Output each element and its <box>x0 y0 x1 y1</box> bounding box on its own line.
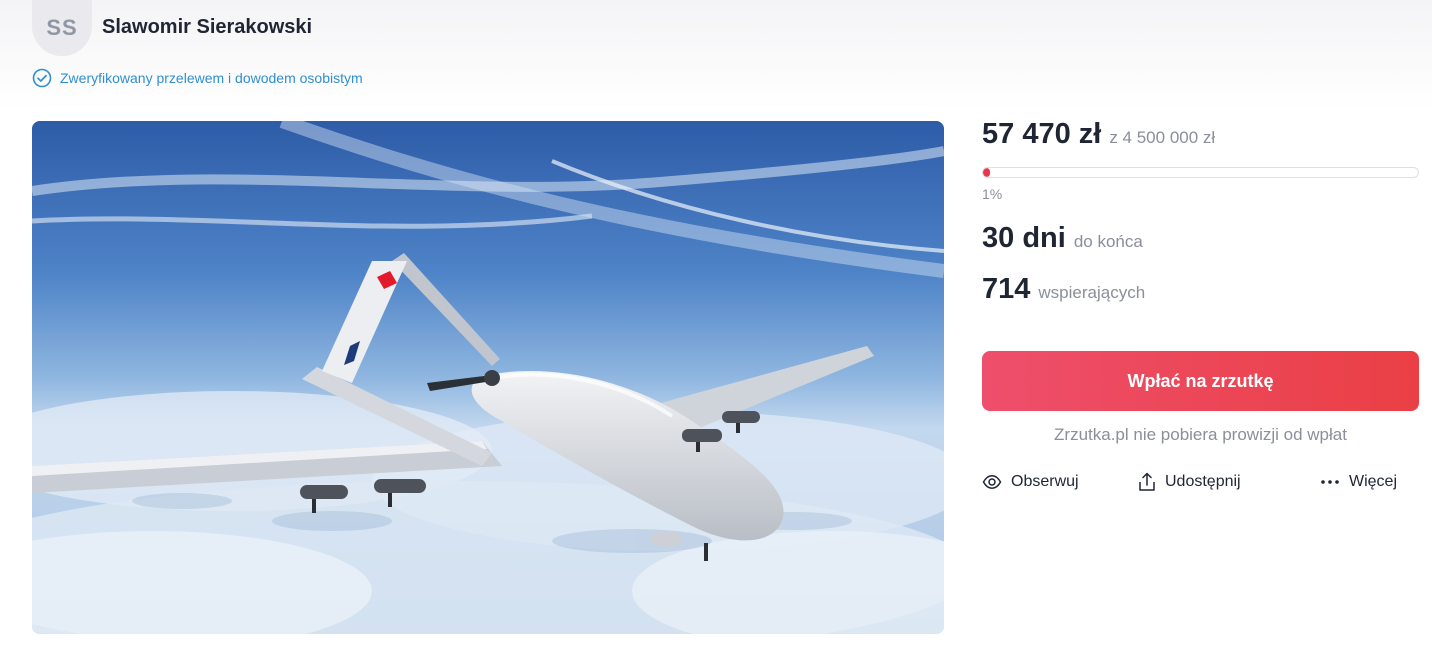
progress-bar <box>982 167 1419 178</box>
share-button[interactable]: Udostępnij <box>1138 472 1241 492</box>
watch-label: Obserwuj <box>1011 473 1079 490</box>
fundraiser-stats: 57 470 zł z 4 500 000 zł 1% 30 dni do ko… <box>982 118 1419 306</box>
days-left-label: do końca <box>1073 232 1143 251</box>
fee-note: Zrzutka.pl nie pobiera prowizji od wpłat <box>1054 425 1347 444</box>
verified-badge: Zweryfikowany przelewem i dowodem osobis… <box>32 68 363 88</box>
supporters-label: wspierających <box>1038 283 1146 302</box>
days-left: 30 dni do końca <box>982 222 1419 255</box>
drone-illustration <box>32 121 944 634</box>
more-label: Więcej <box>1349 473 1398 490</box>
goal-amount: z 4 500 000 zł <box>1109 128 1216 147</box>
check-circle-icon <box>32 68 52 88</box>
verified-text: Zweryfikowany przelewem i dowodem osobis… <box>60 70 363 86</box>
share-icon <box>1138 472 1156 492</box>
fundraiser-image <box>32 121 944 634</box>
amount-row: 57 470 zł z 4 500 000 zł <box>982 118 1419 158</box>
more-dots-icon <box>1320 472 1340 492</box>
progress-percent: 1% <box>982 186 1003 202</box>
days-left-value: 30 dni <box>982 222 1066 254</box>
progress-fill <box>983 168 990 177</box>
action-bar: Obserwuj Udostępnij Więcej <box>982 472 1419 496</box>
supporters-count: 714 wspierających <box>982 273 1419 306</box>
raised-amount: 57 470 zł <box>982 118 1102 150</box>
author-name[interactable]: Slawomir Sierakowski <box>102 16 312 39</box>
share-label: Udostępnij <box>1165 473 1241 490</box>
donate-button[interactable]: Wpłać na zrzutkę <box>982 351 1419 411</box>
more-button[interactable]: Więcej <box>1320 472 1397 492</box>
watch-button[interactable]: Obserwuj <box>982 472 1079 492</box>
supporters-value: 714 <box>982 273 1031 305</box>
eye-icon <box>982 472 1002 492</box>
avatar-initials: SS <box>46 15 78 40</box>
